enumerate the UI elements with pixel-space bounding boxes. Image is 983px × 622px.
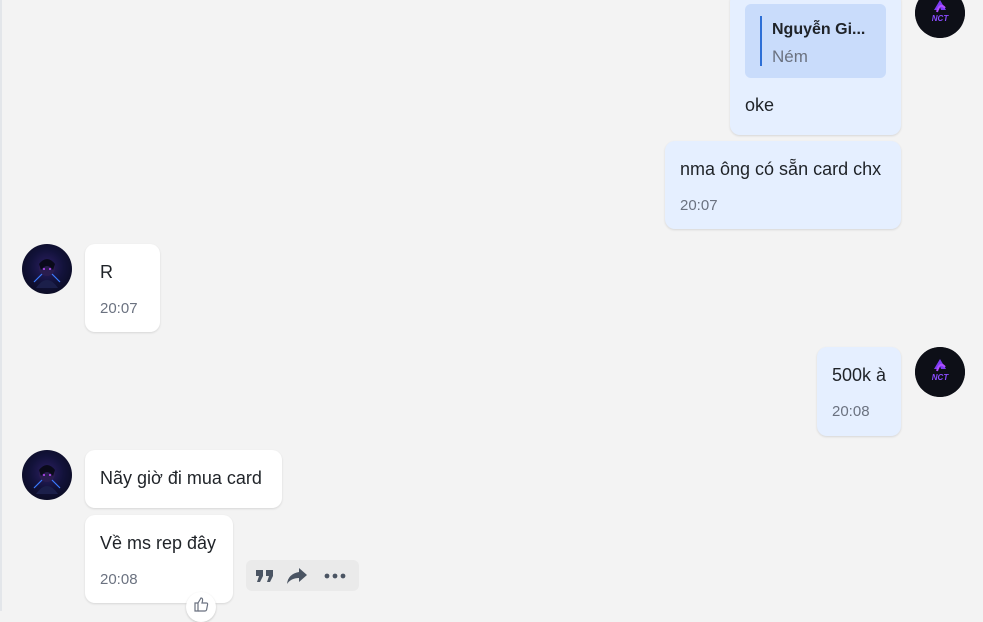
quoted-message[interactable]: Nguyễn Gi... Ném [745,4,886,78]
more-options-button[interactable] [322,564,348,588]
nct-logo-icon: NCT [915,347,965,397]
message-bubble-contact[interactable]: Về ms rep đây 20:08 [85,515,233,603]
quoted-sender-name: Nguyễn Gi... [772,21,866,38]
message-text: Nãy giờ đi mua card [100,468,262,488]
forward-icon [287,568,307,584]
contact-avatar-image [33,259,61,288]
message-timestamp: 20:08 [100,571,138,588]
avatar-self[interactable]: NCT [915,347,965,397]
message-timestamp: 20:07 [100,300,138,317]
message-text: R [100,262,113,282]
svg-text:NCT: NCT [932,14,950,23]
panel-divider [0,0,2,611]
message-bubble-own[interactable]: Nguyễn Gi... Ném oke [730,0,901,135]
contact-avatar-image [33,465,61,494]
message-action-toolbar [246,560,359,591]
message-bubble-own[interactable]: nma ông có sẵn card chx 20:07 [665,141,901,229]
message-bubble-contact[interactable]: R 20:07 [85,244,160,332]
message-text: oke [745,95,775,115]
more-icon [324,573,346,579]
message-timestamp: 20:07 [680,197,718,214]
quote-accent-bar [760,16,762,66]
svg-text:NCT: NCT [932,373,950,382]
quote-icon [256,570,273,582]
quoted-message-text: Ném [772,47,808,66]
thumbs-up-icon [194,597,209,612]
reaction-button[interactable] [186,592,216,622]
quote-button[interactable] [252,564,278,588]
message-text: 500k à [832,365,887,385]
avatar-contact[interactable] [22,244,72,294]
message-text: Về ms rep đây [100,533,217,553]
message-bubble-contact[interactable]: Nãy giờ đi mua card [85,450,282,508]
nct-logo-icon: NCT [915,0,965,38]
message-text: nma ông có sẵn card chx [680,159,882,179]
avatar-contact[interactable] [22,450,72,500]
forward-button[interactable] [284,564,310,588]
avatar-self[interactable]: NCT [915,0,965,38]
message-timestamp: 20:08 [832,403,870,420]
message-bubble-own[interactable]: 500k à 20:08 [817,347,901,436]
